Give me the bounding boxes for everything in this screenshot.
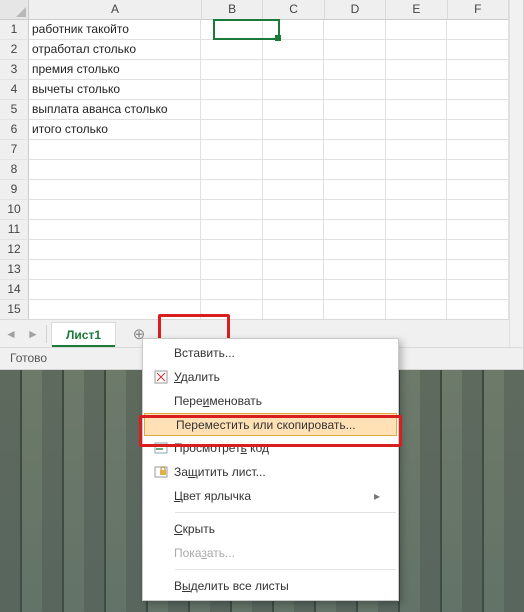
menu-tabcolor-label: Цвет ярлычка: [174, 489, 374, 503]
menu-unhide: Показать...: [143, 541, 398, 565]
menu-hide-label: Скрыть: [174, 522, 380, 536]
row-4[interactable]: 4: [0, 80, 29, 100]
menu-rename[interactable]: Переименовать: [143, 389, 398, 413]
sheet-nav-prev[interactable]: ◄: [0, 327, 22, 341]
view-code-icon: [148, 440, 174, 456]
separator: [175, 569, 396, 570]
menu-unhide-label: Показать...: [174, 546, 380, 560]
menu-insert-label: Вставить...: [174, 346, 380, 360]
row-12[interactable]: 12: [0, 240, 29, 260]
row-2[interactable]: 2: [0, 40, 29, 60]
menu-rename-label: Переименовать: [174, 394, 380, 408]
cell-A1[interactable]: работник такойто: [29, 20, 201, 40]
menu-delete-label: Удалить: [174, 370, 380, 384]
sheet-tab-1[interactable]: Лист1: [51, 322, 116, 346]
row-5[interactable]: 5: [0, 100, 29, 120]
cell-B1[interactable]: [201, 20, 263, 40]
col-E[interactable]: E: [386, 0, 447, 20]
vertical-scrollbar[interactable]: [509, 0, 523, 369]
cell-E1[interactable]: [386, 20, 448, 40]
cell-grid[interactable]: работник такойто отработал столько преми…: [29, 20, 509, 320]
menu-move-label: Переместить или скопировать...: [176, 418, 378, 432]
cell-A4[interactable]: вычеты столько: [29, 80, 201, 100]
col-B[interactable]: B: [202, 0, 263, 20]
col-D[interactable]: D: [325, 0, 386, 20]
col-C[interactable]: C: [263, 0, 324, 20]
protect-icon: [148, 464, 174, 480]
col-A[interactable]: A: [29, 0, 202, 20]
row-3[interactable]: 3: [0, 60, 29, 80]
sheet-context-menu: Вставить... Удалить Переименовать Переме…: [142, 338, 399, 601]
separator: [175, 512, 396, 513]
select-all-cells-button[interactable]: [0, 0, 29, 20]
row-11[interactable]: 11: [0, 220, 29, 240]
menu-delete[interactable]: Удалить: [143, 365, 398, 389]
divider: [46, 325, 47, 343]
menu-view-code[interactable]: Просмотреть код: [143, 436, 398, 460]
row-headers: 1 2 3 4 5 6 7 8 9 10 11 12 13 14 15: [0, 20, 29, 320]
delete-icon: [148, 369, 174, 385]
row-9[interactable]: 9: [0, 180, 29, 200]
menu-protect-sheet[interactable]: Защитить лист...: [143, 460, 398, 484]
menu-select-all-sheets[interactable]: Выделить все листы: [143, 574, 398, 598]
excel-window: A B C D E F 1 2 3 4 5 6 7 8 9 10 11 12 1…: [0, 0, 524, 370]
menu-move-or-copy[interactable]: Переместить или скопировать...: [144, 413, 397, 436]
column-headers: A B C D E F: [29, 0, 509, 20]
row-10[interactable]: 10: [0, 200, 29, 220]
cell-A5[interactable]: выплата аванса столько: [29, 100, 201, 120]
menu-insert[interactable]: Вставить...: [143, 341, 398, 365]
menu-protect-label: Защитить лист...: [174, 465, 380, 479]
row-15[interactable]: 15: [0, 300, 29, 320]
row-6[interactable]: 6: [0, 120, 29, 140]
row-14[interactable]: 14: [0, 280, 29, 300]
row-1[interactable]: 1: [0, 20, 29, 40]
cell-A3[interactable]: премия столько: [29, 60, 201, 80]
cell-C1[interactable]: [263, 20, 325, 40]
col-F[interactable]: F: [448, 0, 509, 20]
cell-A6[interactable]: итого столько: [29, 120, 201, 140]
sheet-nav-next[interactable]: ►: [22, 327, 44, 341]
menu-hide[interactable]: Скрыть: [143, 517, 398, 541]
cell-F1[interactable]: [447, 20, 509, 40]
menu-tab-color[interactable]: Цвет ярлычка ▸: [143, 484, 398, 508]
menu-view-code-label: Просмотреть код: [174, 441, 380, 455]
row-7[interactable]: 7: [0, 140, 29, 160]
cell-A2[interactable]: отработал столько: [29, 40, 201, 60]
row-8[interactable]: 8: [0, 160, 29, 180]
submenu-arrow-icon: ▸: [374, 489, 380, 503]
status-ready: Готово: [10, 351, 47, 365]
menu-selectall-label: Выделить все листы: [174, 579, 380, 593]
cell-D1[interactable]: [324, 20, 386, 40]
row-13[interactable]: 13: [0, 260, 29, 280]
